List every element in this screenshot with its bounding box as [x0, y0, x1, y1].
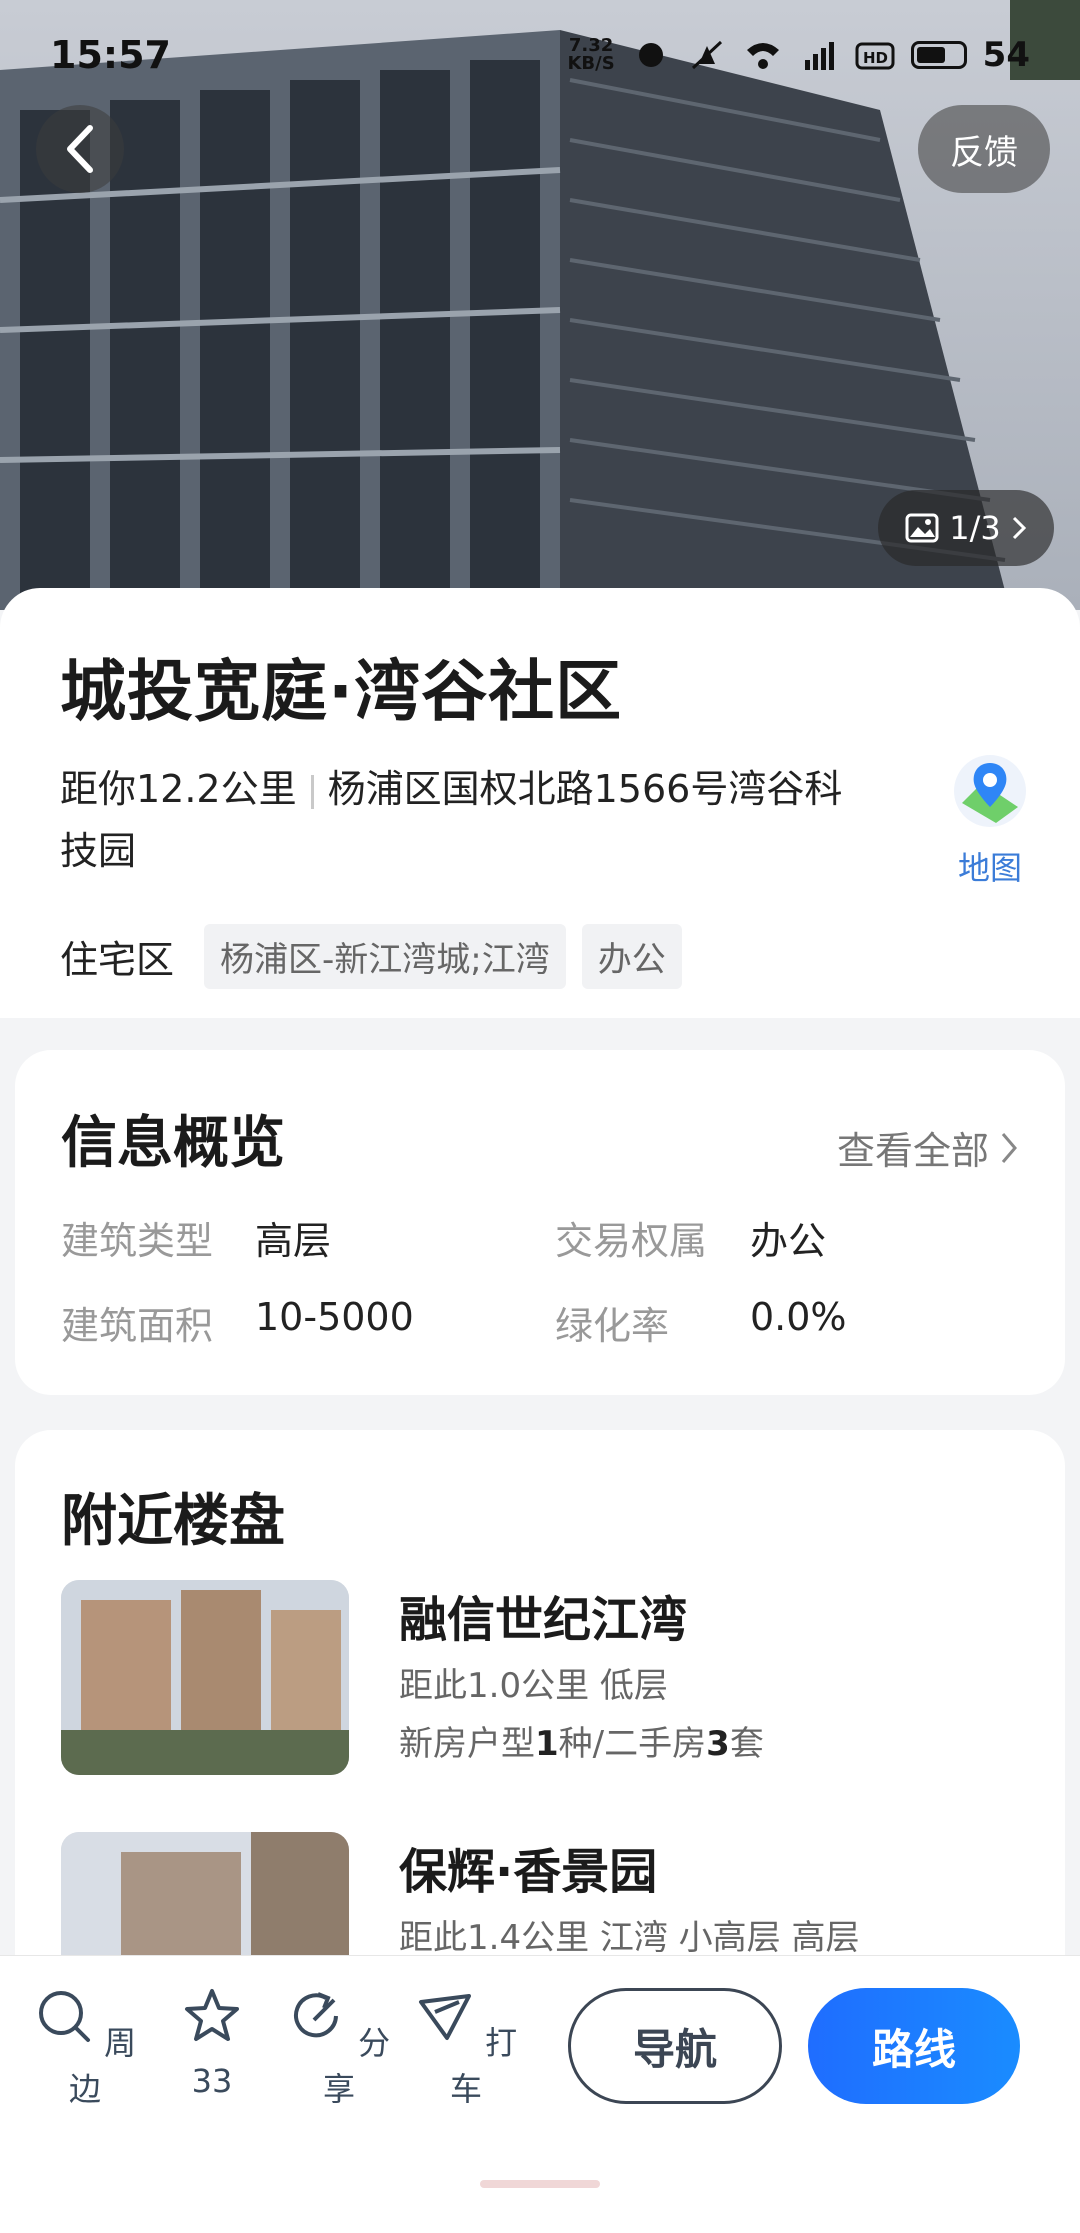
overview-title: 信息概览	[61, 1111, 285, 1176]
chevron-right-icon	[1001, 1132, 1017, 1163]
place-info-card: 城投宽庭·湾谷社区 距你12.2公里 杨浦区国权北路1566号湾谷科技园 地图 住…	[0, 588, 1080, 1018]
notification-icon	[638, 43, 663, 67]
green-rate-value: 0.0%	[750, 1295, 847, 1339]
star-icon	[185, 1989, 239, 2041]
bottom-action-bar: 周边 33 分享 打车 导航 路线	[0, 1955, 1080, 2233]
area-tag[interactable]: 杨浦区-新江湾城;江湾	[204, 924, 566, 989]
svg-text:HD: HD	[863, 49, 888, 67]
new-house-count: 1	[535, 1724, 559, 1764]
photo-counter-button[interactable]: 1/3	[878, 490, 1054, 566]
chevron-right-icon	[1012, 516, 1026, 540]
used-house-label: 种/二手房	[558, 1724, 707, 1764]
taxi-icon	[418, 1994, 471, 2040]
overview-row: 建筑类型	[61, 1210, 213, 1265]
wifi-icon	[746, 43, 779, 69]
mute-icon	[691, 40, 722, 70]
4g-signal-icon	[804, 42, 834, 70]
used-house-count: 3	[706, 1724, 730, 1764]
navigation-button[interactable]: 导航	[568, 1988, 782, 2104]
feedback-button[interactable]: 反馈	[918, 105, 1050, 193]
new-house-label: 新房户型	[399, 1724, 535, 1764]
net-speed: 7.32 KB/S	[567, 37, 614, 73]
property-meta: 距此1.4公里 江湾 小高层 高层	[399, 1918, 860, 1958]
image-icon	[905, 513, 939, 543]
property-name: 保辉·香景园	[399, 1844, 658, 1900]
see-all-label: 查看全部	[836, 1129, 989, 1173]
photo-counter-text: 1/3	[949, 509, 1001, 547]
share-icon	[293, 1992, 338, 2038]
battery-icon	[910, 41, 967, 69]
building-type-value: 高层	[255, 1219, 332, 1263]
battery-level: 54	[982, 35, 1030, 75]
favorite-count: 33	[191, 2062, 233, 2100]
ownership-key: 交易权属	[555, 1219, 708, 1263]
property-meta: 距此1.0公里 低层	[399, 1666, 668, 1706]
status-time: 15:57	[50, 33, 171, 77]
property-name: 融信世纪江湾	[399, 1592, 688, 1648]
status-bar: 15:57 7.32 KB/S HD 54	[0, 0, 1080, 110]
map-pin-icon	[954, 755, 1026, 827]
building-area-key: 建筑面积	[61, 1304, 214, 1348]
building-type-key: 建筑类型	[61, 1219, 214, 1263]
used-house-unit: 套	[729, 1724, 764, 1764]
overview-card: 信息概览 查看全部 建筑类型 高层 交易权属 办公 建筑面积 10-5000 绿…	[15, 1050, 1065, 1395]
favorite-button[interactable]: 33	[157, 1986, 267, 2100]
ownership-value: 办公	[750, 1219, 827, 1263]
distance-text: 距你12.2公里	[60, 767, 297, 811]
nearby-card: 附近楼盘 融信世纪江湾 距此1.0公里 低层 新房户型1种/二手房3套 保辉·香…	[15, 1430, 1065, 1990]
nearby-button[interactable]: 周边	[30, 1986, 140, 2110]
green-rate-key: 绿化率	[555, 1304, 670, 1348]
back-button[interactable]	[36, 105, 124, 193]
list-item[interactable]: 融信世纪江湾 距此1.0公里 低层 新房户型1种/二手房3套	[61, 1580, 1021, 1775]
map-label: 地图	[957, 849, 1022, 887]
search-icon	[38, 1991, 90, 2042]
route-button[interactable]: 路线	[808, 1988, 1020, 2104]
place-title: 城投宽庭·湾谷社区	[60, 653, 623, 730]
hd-icon: HD	[855, 42, 895, 70]
chevron-left-icon	[67, 125, 93, 173]
building-image	[61, 1580, 349, 1775]
building-area-value: 10-5000	[255, 1295, 414, 1339]
hero-photo[interactable]: 15:57 7.32 KB/S HD 54 反馈 1/3	[0, 0, 1080, 610]
share-button[interactable]: 分享	[284, 1986, 394, 2110]
property-listings: 新房户型1种/二手房3套	[399, 1716, 764, 1765]
place-address-line: 距你12.2公里 杨浦区国权北路1566号湾谷科技园	[60, 758, 880, 882]
category-label: 住宅区	[60, 938, 175, 982]
home-indicator[interactable]	[480, 2180, 600, 2188]
map-button[interactable]: 地图	[940, 753, 1040, 889]
net-speed-unit: KB/S	[567, 53, 615, 74]
nearby-title: 附近楼盘	[61, 1489, 285, 1554]
place-tags: 住宅区 杨浦区-新江湾城;江湾 办公	[60, 924, 682, 989]
taxi-button[interactable]: 打车	[411, 1986, 521, 2110]
divider	[310, 774, 314, 809]
status-icons: 7.32 KB/S HD 54	[567, 35, 1030, 75]
see-all-link[interactable]: 查看全部	[837, 1120, 1019, 1175]
type-tag[interactable]: 办公	[581, 924, 682, 989]
property-thumbnail	[61, 1580, 349, 1775]
